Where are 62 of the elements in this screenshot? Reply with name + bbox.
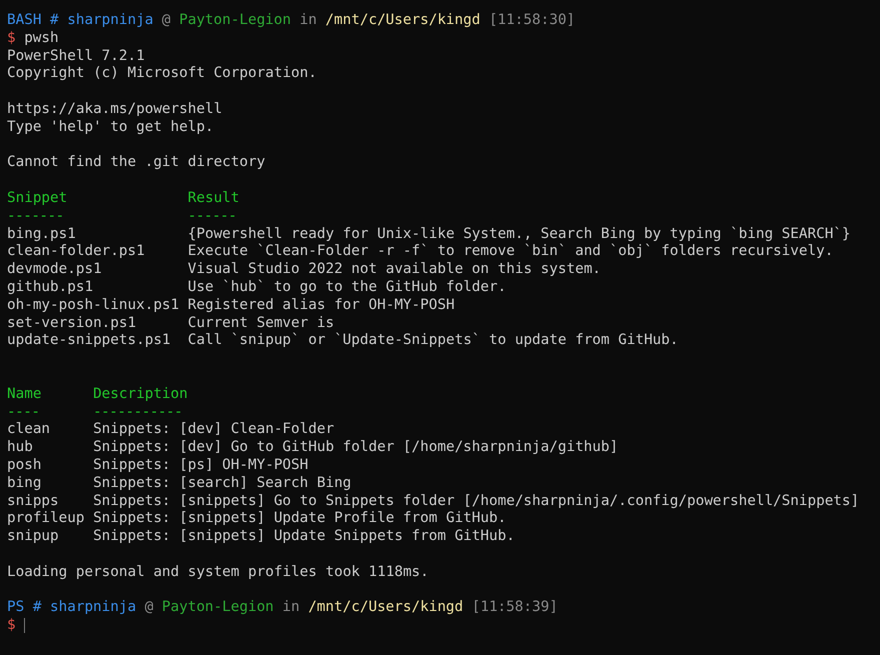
table-cell-text: Snippets: [ps] OH-MY-POSH: [93, 456, 310, 475]
table-cell-text: Snippets: [search] Search Bing: [93, 474, 352, 493]
timestamp: [11:58:39]: [472, 599, 558, 618]
table-cell: Snippets: [snippets] Go to Snippets folder [/home/sharpninja/.config/powershell/Snippets]: [93, 492, 860, 510]
prompt-symbol: $: [7, 30, 16, 48]
text-cursor: [24, 618, 26, 634]
table-cell: oh-my-posh-linux.ps1: [7, 296, 180, 315]
user-name: sharpninja: [50, 599, 136, 618]
output-line: https://aka.ms/powershell: [7, 100, 222, 119]
table-cell-text: update-snippets.ps1: [7, 332, 172, 350]
table-cell-text: devmode.ps1: [7, 261, 103, 279]
timestamp: [11:58:30]: [488, 12, 576, 30]
table-cell-text: Visual Studio 2022 not available on this system.: [188, 261, 602, 279]
column-header: Result: [188, 190, 240, 208]
table-cell-text: github.ps1: [7, 278, 94, 297]
table-cell-text: Snippets: [snippets] Update Profile from GitHub.: [93, 510, 508, 528]
table-cell-text: Execute `Clean-Folder -r -f` to remove `bin` and `obj` folders recursively.: [188, 243, 834, 262]
shell-label: BASH: [7, 12, 42, 30]
host-name: Payton-Legion: [162, 599, 274, 618]
table-cell-text: Snippets: [dev] Clean-Folder: [93, 421, 336, 440]
prompt-separator: @: [162, 12, 171, 30]
header-underline: ------: [188, 208, 238, 226]
host-name: Payton-Legion: [179, 12, 292, 30]
output-line: Type 'help' to get help.: [7, 118, 214, 137]
table-cell: {Powershell ready for Unix-like System., Search Bing by typing `bing SEARCH`}: [188, 226, 851, 244]
prompt-separator: @: [144, 599, 154, 618]
prompt-separator: in: [282, 599, 300, 618]
header-underline: -----------: [93, 404, 184, 422]
table-cell-text: Snippets: [dev] Go to GitHub folder [/home/sharpninja/github]: [93, 439, 620, 457]
column-header: Description: [93, 386, 189, 404]
table-cell-text: posh: [7, 456, 42, 475]
shell-label: PS: [7, 599, 24, 618]
table-cell-text: Current Semver is: [188, 314, 336, 332]
table-cell-text: Call `snipup` or `Update-Snippets` to update from GitHub.: [188, 332, 680, 350]
header-underline: -------: [7, 208, 65, 226]
path-text: /mnt/c/Users/kingd: [308, 599, 464, 618]
table-cell: profileup: [7, 510, 84, 528]
shell-label: #: [50, 12, 59, 30]
header-underline: ----: [7, 404, 40, 422]
table-cell-text: Use `hub` to go to the GitHub folder.: [188, 278, 508, 297]
table-cell-text: set-version.ps1: [7, 314, 138, 332]
column-header: Snippet: [7, 190, 68, 208]
table-cell-text: clean: [7, 421, 52, 440]
table-cell-text: bing: [7, 474, 42, 493]
user-name: sharpninja: [67, 12, 154, 30]
prompt-symbol: $: [7, 617, 16, 635]
output-line: PowerShell 7.2.1: [7, 48, 145, 66]
table-cell-text: bing.ps1: [7, 226, 77, 244]
shell-label: #: [32, 599, 42, 618]
table-cell-text: snipps: [7, 492, 60, 510]
table-cell-text: hub: [7, 439, 34, 457]
output-line: Loading personal and system profiles took 1118ms.: [7, 564, 429, 582]
command-text: pwsh: [24, 30, 59, 48]
table-cell-text: clean-folder.ps1: [7, 243, 146, 262]
output-line: Copyright (c) Microsoft Corporation.: [7, 65, 317, 84]
table-cell-text: Registered alias for OH-MY-POSH: [188, 296, 456, 315]
path-text: /mnt/c/Users/kingd: [325, 12, 480, 30]
prompt-separator: in: [300, 12, 317, 30]
output-line: Cannot find the .git directory: [7, 154, 266, 172]
column-header: Name: [7, 386, 42, 404]
table-cell-text: snipup: [7, 528, 60, 546]
table-cell-text: Snippets: [snippets] Update Snippets from GitHub.: [93, 528, 516, 546]
